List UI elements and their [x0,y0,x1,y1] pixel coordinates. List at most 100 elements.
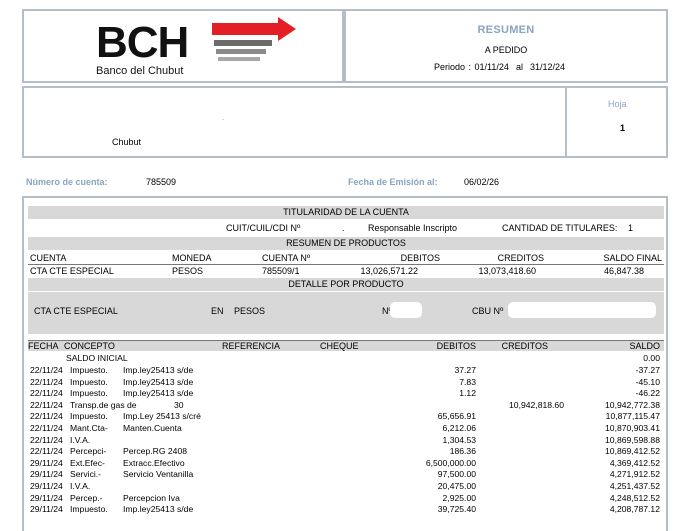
summary-header: RESUMEN A PEDIDO Periodo : 01/11/24 al 3… [344,9,668,83]
products-creditos: 13,073,418.60 [478,266,536,276]
bank-name: Banco del Chubut [96,65,184,77]
issue-date-label: Fecha de Emisión al: [348,177,438,187]
mv-debito: 6,212.06 [442,423,476,433]
mv-concepto: Percep.- [70,492,103,503]
statement-body: TITULARIDAD DE LA CUENTA CUIT/CUIL/CDI N… [22,196,668,531]
mv-concepto: Impuesto. [70,376,108,387]
mv-debito: 1.12 [459,388,476,399]
table-row: 29/11/24 I.V.A. 20,475.00 4,251,437.52 [28,480,664,492]
period-label: Periodo : [434,62,472,72]
products-row: CTA CTE ESPECIAL PESOS 785509/1 13,026,5… [28,265,664,277]
mv-debito: 6,500,000.00 [425,457,476,468]
mv-fecha: 29/11/24 [30,469,63,480]
mv-debito: 2,925.00 [442,492,476,503]
mv-detalle: Manten.Cuenta [123,423,182,433]
mv-detalle: Imp.ley25413 s/de [123,388,194,399]
mv-detalle: Percep.RG 2408 [123,446,188,457]
products-debitos: 13,026,571.22 [360,266,418,276]
mv-header-fecha: FECHA [28,341,59,351]
client-divider [565,88,567,156]
mv-fecha: 29/11/24 [30,504,63,515]
bank-logo-icon [212,17,296,61]
mv-debito: 37.27 [454,365,476,375]
mv-concepto: I.V.A. [70,481,91,491]
bank-header: BCH Banco del Chubut [22,9,344,83]
table-row: 29/11/24 Ext.Efec- Extracc.Efectivo 6,500,0… [28,457,664,469]
cuit-dot: . [342,223,345,233]
table-row: 22/11/24 Impuesto. Imp.ley25413 s/de 1.12 -4… [28,387,664,399]
detail-currency-prefix: EN [211,306,224,316]
products-header-row: CUENTA MONEDA CUENTA Nº DEBITOS CREDITOS… [28,252,664,264]
bank-logo-text: BCH [96,18,189,67]
table-row: 22/11/24 I.V.A. 1,304.53 10,869,598.88 [28,434,664,446]
mv-saldo: -45.10 [635,376,660,387]
mv-fecha: 29/11/24 [30,457,63,468]
mv-fecha: 29/11/24 [30,492,63,503]
products-header-moneda: MONEDA [172,253,212,263]
mv-concepto: Impuesto. [70,411,108,422]
mv-saldo: 4,248,512.52 [609,492,660,503]
period-from: 01/11/24 [474,62,509,72]
summary-subtitle: A PEDIDO [484,45,528,55]
redacted-cbu [508,302,656,318]
mv-header-saldo: SALDO [629,341,660,351]
page-label: Hoja [608,99,627,109]
table-row: 29/11/24 Percep.- Percepcion Iva 2,925.00 4,… [28,492,664,504]
period-to: 31/12/24 [529,62,566,72]
mv-debito: 20,475.00 [437,481,476,491]
mv-fecha: 22/11/24 [30,411,63,422]
mv-debito: 97,500.00 [437,469,476,480]
products-header-creditos: CREDITOS [497,253,544,263]
products-saldo: 46,847.38 [603,266,644,276]
client-box: . Chubut Hoja 1 [22,86,668,158]
mv-fecha: 22/11/24 [30,423,63,433]
mv-saldo: 10,869,598.88 [605,434,660,445]
mv-fecha: 22/11/24 [30,399,63,410]
period-separator: al [515,62,523,72]
movements-header-row: FECHA CONCEPTO REFERENCIA CHEQUE DEBITOS… [28,340,664,351]
detail-currency: PESOS [234,306,266,316]
page-number: 1 [620,123,626,133]
mv-debito: 1,304.53 [442,434,476,445]
tax-condition: Responsable Inscripto [368,223,458,233]
mv-header-referencia: REFERENCIA [222,341,281,351]
mv-saldo: -46.22 [635,388,660,399]
table-row: 22/11/24 Impuesto. Imp.Ley 25413 s/cré 65,6… [28,410,664,422]
detail-title: DETALLE POR PRODUCTO [28,278,664,291]
mv-header-creditos: CREDITOS [501,341,548,351]
mv-detalle: Imp.ley25413 s/de [123,365,194,375]
client-city: Chubut [112,137,142,147]
mv-saldo: 4,208,787.12 [609,504,660,515]
mv-debito: 39,725.40 [437,504,476,515]
mv-detalle: Imp.ley25413 s/de [123,376,194,387]
mv-concepto: Transp.de gas de [70,399,137,410]
products-title: RESUMEN DE PRODUCTOS [28,237,664,250]
account-number-label: Número de cuenta: [26,177,108,187]
redacted-number [390,302,422,318]
mv-fecha: 22/11/24 [30,446,63,457]
mv-detalle: 30 [174,399,184,410]
mv-concepto: Impuesto. [70,388,108,399]
mv-credito: 10,942,818.60 [509,399,564,410]
mv-fecha: 29/11/24 [30,481,63,491]
mv-concepto: I.V.A. [70,434,91,445]
mv-saldo: 4,369,412.52 [609,457,660,468]
mv-fecha: 22/11/24 [30,365,63,375]
products-header-saldo: SALDO FINAL [603,253,662,263]
mv-concepto: Mant.Cta- [70,423,108,433]
products-header-debitos: DEBITOS [400,253,440,263]
issue-date-value: 06/02/26 [464,177,500,187]
mv-detalle: Servicio Ventanilla [123,469,194,480]
client-dot: . [222,113,225,122]
mv-concepto: Impuesto. [70,365,108,375]
mv-saldo: 10,942,772.38 [605,399,660,410]
account-number-value: 785509 [146,177,177,187]
mv-detalle: Extracc.Efectivo [123,457,185,468]
titulares-value: 1 [628,223,634,233]
mv-fecha: 22/11/24 [30,376,63,387]
mv-detalle: Imp.Ley 25413 s/cré [123,411,201,422]
products-moneda: PESOS [172,266,204,276]
summary-title: RESUMEN [477,24,535,36]
products-header-cuenta: CUENTA [30,253,67,263]
mv-saldo: 4,251,437.52 [609,481,660,491]
